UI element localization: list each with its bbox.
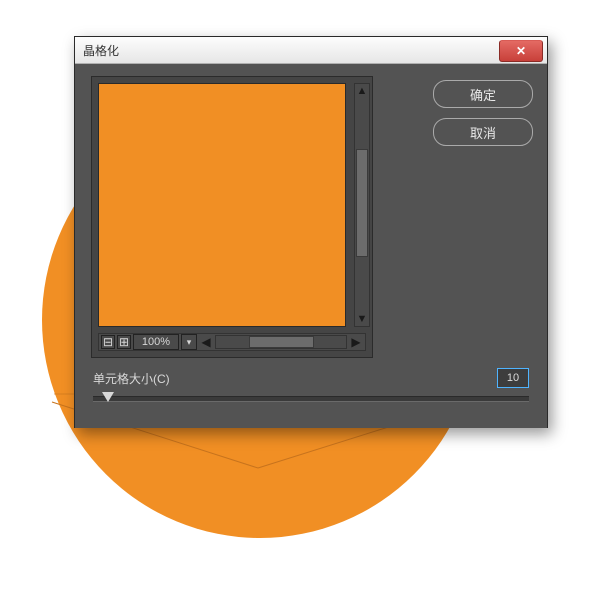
scroll-right-arrow-icon[interactable]: ▶	[349, 335, 363, 349]
preview-horizontal-scrollbar[interactable]	[215, 335, 347, 349]
vertical-scroll-thumb[interactable]	[356, 149, 368, 257]
preview-image[interactable]	[98, 83, 346, 327]
dialog-title: 晶格化	[83, 42, 119, 59]
close-icon: ✕	[516, 44, 526, 58]
chevron-down-icon: ▾	[187, 337, 192, 348]
cell-size-slider-thumb[interactable]	[102, 392, 114, 402]
cell-size-parameter: 单元格大小(C) 10	[93, 368, 529, 418]
cell-size-value-field[interactable]: 10	[497, 368, 529, 388]
preview-panel: ▲ ▼ ⊟ ⊞ 100% ▾ ◀ ▶	[91, 76, 373, 358]
zoom-level-field[interactable]: 100%	[133, 334, 179, 350]
zoom-out-button[interactable]: ⊟	[101, 335, 115, 349]
scroll-left-arrow-icon[interactable]: ◀	[199, 335, 213, 349]
cell-size-slider-track[interactable]	[93, 396, 529, 402]
plus-icon: ⊞	[119, 336, 129, 348]
scroll-up-arrow-icon[interactable]: ▲	[355, 84, 369, 98]
dialog-actions: 确定 取消	[433, 80, 533, 146]
ok-button[interactable]: 确定	[433, 80, 533, 108]
zoom-dropdown[interactable]: ▾	[181, 334, 197, 350]
minus-icon: ⊟	[103, 336, 113, 348]
cancel-button[interactable]: 取消	[433, 118, 533, 146]
preview-vertical-scrollbar[interactable]: ▲ ▼	[354, 83, 370, 327]
preview-zoom-bar: ⊟ ⊞ 100% ▾ ◀ ▶	[98, 333, 366, 351]
horizontal-scroll-thumb[interactable]	[249, 336, 314, 348]
cell-size-label: 单元格大小(C)	[93, 370, 170, 387]
cell-size-label-row: 单元格大小(C) 10	[93, 368, 529, 388]
dialog-body: ▲ ▼ ⊟ ⊞ 100% ▾ ◀ ▶	[75, 64, 547, 428]
zoom-in-button[interactable]: ⊞	[117, 335, 131, 349]
close-button[interactable]: ✕	[499, 40, 543, 62]
scroll-down-arrow-icon[interactable]: ▼	[355, 312, 369, 326]
dialog-titlebar[interactable]: 晶格化 ✕	[75, 37, 547, 64]
crystallize-dialog: 晶格化 ✕ ▲ ▼ ⊟ ⊞ 100% ▾	[74, 36, 548, 428]
